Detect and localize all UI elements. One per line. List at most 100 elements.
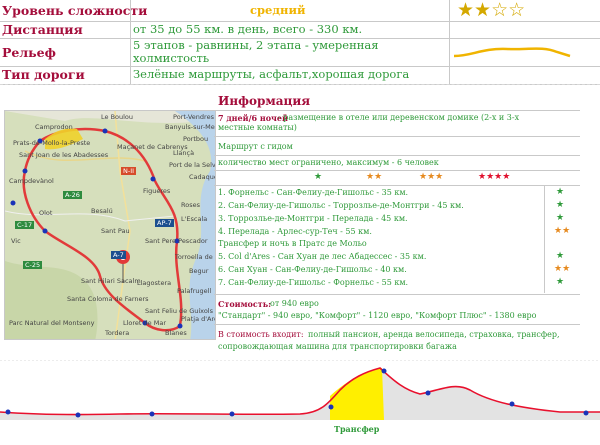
stage-item: 5. Col d'Ares - Сан Хуан де лес Абадессе… <box>218 252 427 261</box>
distance-label: Дистанция <box>2 22 83 37</box>
stage-item: 3. Торрозлье-де-Монтгри - Перелада - 45 … <box>218 214 408 223</box>
relief-row: Рельеф 5 этапов - равнины, 2 этапа - уме… <box>0 38 600 67</box>
map-label: Sant Feliu de Guíxols <box>145 307 213 315</box>
map-label: Port-Vendres <box>173 113 214 121</box>
relief-value-line2: холмистость <box>133 51 210 65</box>
group-limit: количество мест ограничено, максимум - 6… <box>218 158 439 167</box>
road-shield: N-II <box>121 167 137 175</box>
difficulty-row: Уровень сложности средний ★★☆☆ <box>0 0 600 22</box>
divider <box>214 136 580 137</box>
elevation-profile: Трансфер <box>0 360 600 445</box>
nights-description-cont: местные комнаты) <box>218 123 297 132</box>
transfer-label: Трансфер <box>334 424 380 434</box>
stage-item: 6. Сан Хуан - Сан-Фелиу-де-Гишольс - 40 … <box>218 265 407 274</box>
road-shield: C-25 <box>23 261 43 269</box>
star-empty-icon: ☆ <box>508 0 526 21</box>
legend-stars: ★★★★ <box>478 172 511 182</box>
road-shield: C-17 <box>15 221 35 229</box>
map-label: Olot <box>39 209 53 217</box>
stage-item: Трансфер и ночь в Пратс де Мольо <box>218 239 367 248</box>
legend-stars: ★★ <box>366 172 383 182</box>
map-label: Lloret de Mar <box>123 319 167 327</box>
stage-stars: ★ <box>556 200 565 210</box>
map-label: Besalú <box>91 207 113 215</box>
map-label: L'Escala <box>181 215 208 223</box>
map-label: Roses <box>181 201 200 209</box>
divider <box>214 170 580 171</box>
map-label: Portbou <box>183 135 209 143</box>
difficulty-stars: ★★☆☆ <box>457 1 525 20</box>
divider <box>214 155 580 156</box>
relief-label: Рельеф <box>2 45 56 60</box>
difficulty-legend: ★ ★★ ★★★ ★★★★ <box>214 172 580 184</box>
map-label: Parc Natural del Montseny <box>9 319 95 327</box>
map-label: Llançà <box>173 149 195 157</box>
map-label: Le Boulou <box>101 113 134 121</box>
stage-stars: ★ <box>556 251 565 261</box>
stage-stars: ★ <box>556 187 565 197</box>
map-label: Santa Coloma de Farners <box>67 295 149 303</box>
map-label: Platja d'Aro <box>181 315 216 323</box>
map-label: Tordera <box>105 329 130 337</box>
map-label: Prats-de-Mollo-la-Preste <box>13 139 91 147</box>
map-label: Banyuls-sur-Mer <box>165 123 216 131</box>
map-label: Palafrugell <box>177 287 212 295</box>
divider <box>214 294 580 295</box>
road-row: Тип дороги Зелёные маршруты, асфальт,хор… <box>0 66 600 85</box>
stage-stars: ★★ <box>554 226 571 236</box>
map-label: Blanes <box>165 329 187 337</box>
stage-item: 4. Перелада - Арлес-сур-Теч - 55 км. <box>218 227 372 236</box>
map-label: Port de la Selva <box>169 161 216 169</box>
elevation-chart <box>0 360 600 420</box>
road-shield: AP-7 <box>155 219 174 227</box>
map-label: Figueres <box>143 187 171 195</box>
info-panel: Информация 7 дней/6 ночей - размещение в… <box>214 94 580 356</box>
specs-table: Уровень сложности средний ★★☆☆ Дистанция… <box>0 0 600 85</box>
legend-stars: ★★★ <box>419 172 444 182</box>
divider <box>214 185 580 186</box>
guide-text: Маршрут с гидом <box>218 142 293 151</box>
map-label: Campdevànol <box>9 177 54 185</box>
relief-profile-icon <box>453 47 571 58</box>
tariffs-text: "Стандарт" - 940 евро, "Комфорт" - 1120 … <box>218 311 537 320</box>
map-label: Sant Hilari Sacalm <box>81 277 141 285</box>
road-shield: A-26 <box>63 191 82 199</box>
included-label: В стоимость входит: <box>218 330 304 339</box>
distance-row: Дистанция от 35 до 55 км. в день, всего … <box>0 21 600 39</box>
difficulty-value: средний <box>250 3 306 17</box>
distance-value: от 35 до 55 км. в день, всего - 330 км. <box>133 22 363 36</box>
cost-value: от 940 евро <box>270 299 319 308</box>
star-filled-icon: ★ <box>474 0 492 21</box>
column-divider <box>449 0 450 84</box>
map-label: Torroella de Montgrí <box>175 253 215 261</box>
road-shield: A-7 <box>111 251 126 259</box>
legend-stars: ★ <box>314 172 323 182</box>
section-divider <box>0 84 600 85</box>
cost-label: Стоимость: <box>218 299 272 309</box>
map-label: Sant Joan de les Abadesses <box>19 151 109 159</box>
nights-description: - размещение в отеле или деревенском дом… <box>278 113 520 122</box>
road-label: Тип дороги <box>2 67 85 82</box>
divider <box>214 324 580 325</box>
stage-item: 2. Сан-Фелиу-де-Гишольс - Торрозлье-де-М… <box>218 201 464 210</box>
map-label: Begur <box>189 267 209 275</box>
map-label: Sant Pere Pescador <box>145 237 208 245</box>
map-label: Camprodon <box>35 123 73 131</box>
road-value: Зелёные маршруты, асфальт,хорошая дорога <box>133 67 410 81</box>
included-text-cont: сопровождающая машина для транспортировк… <box>218 342 457 351</box>
divider <box>214 110 580 111</box>
stage-stars: ★★ <box>554 264 571 274</box>
difficulty-label: Уровень сложности <box>2 3 148 18</box>
map-label: Cadaqués <box>189 173 215 181</box>
info-title: Информация <box>218 94 311 108</box>
column-divider <box>130 0 131 84</box>
included-text: полный пансион, аренда велосипеда, страх… <box>308 330 560 339</box>
star-filled-icon: ★ <box>457 0 475 21</box>
stage-stars: ★ <box>556 213 565 223</box>
stage-stars: ★ <box>556 277 565 287</box>
route-map[interactable]: Le Boulou Port-Vendres Banyuls-sur-Mer P… <box>4 110 216 340</box>
stage-item: 7. Сан-Фелиу-де-Гишольс - Форнельс - 55 … <box>218 278 409 287</box>
star-empty-icon: ☆ <box>491 0 509 21</box>
stage-item: 1. Форнельс - Сан-Фелиу-де-Гишольс - 35 … <box>218 188 409 197</box>
map-label: Sant Pau <box>101 227 130 235</box>
